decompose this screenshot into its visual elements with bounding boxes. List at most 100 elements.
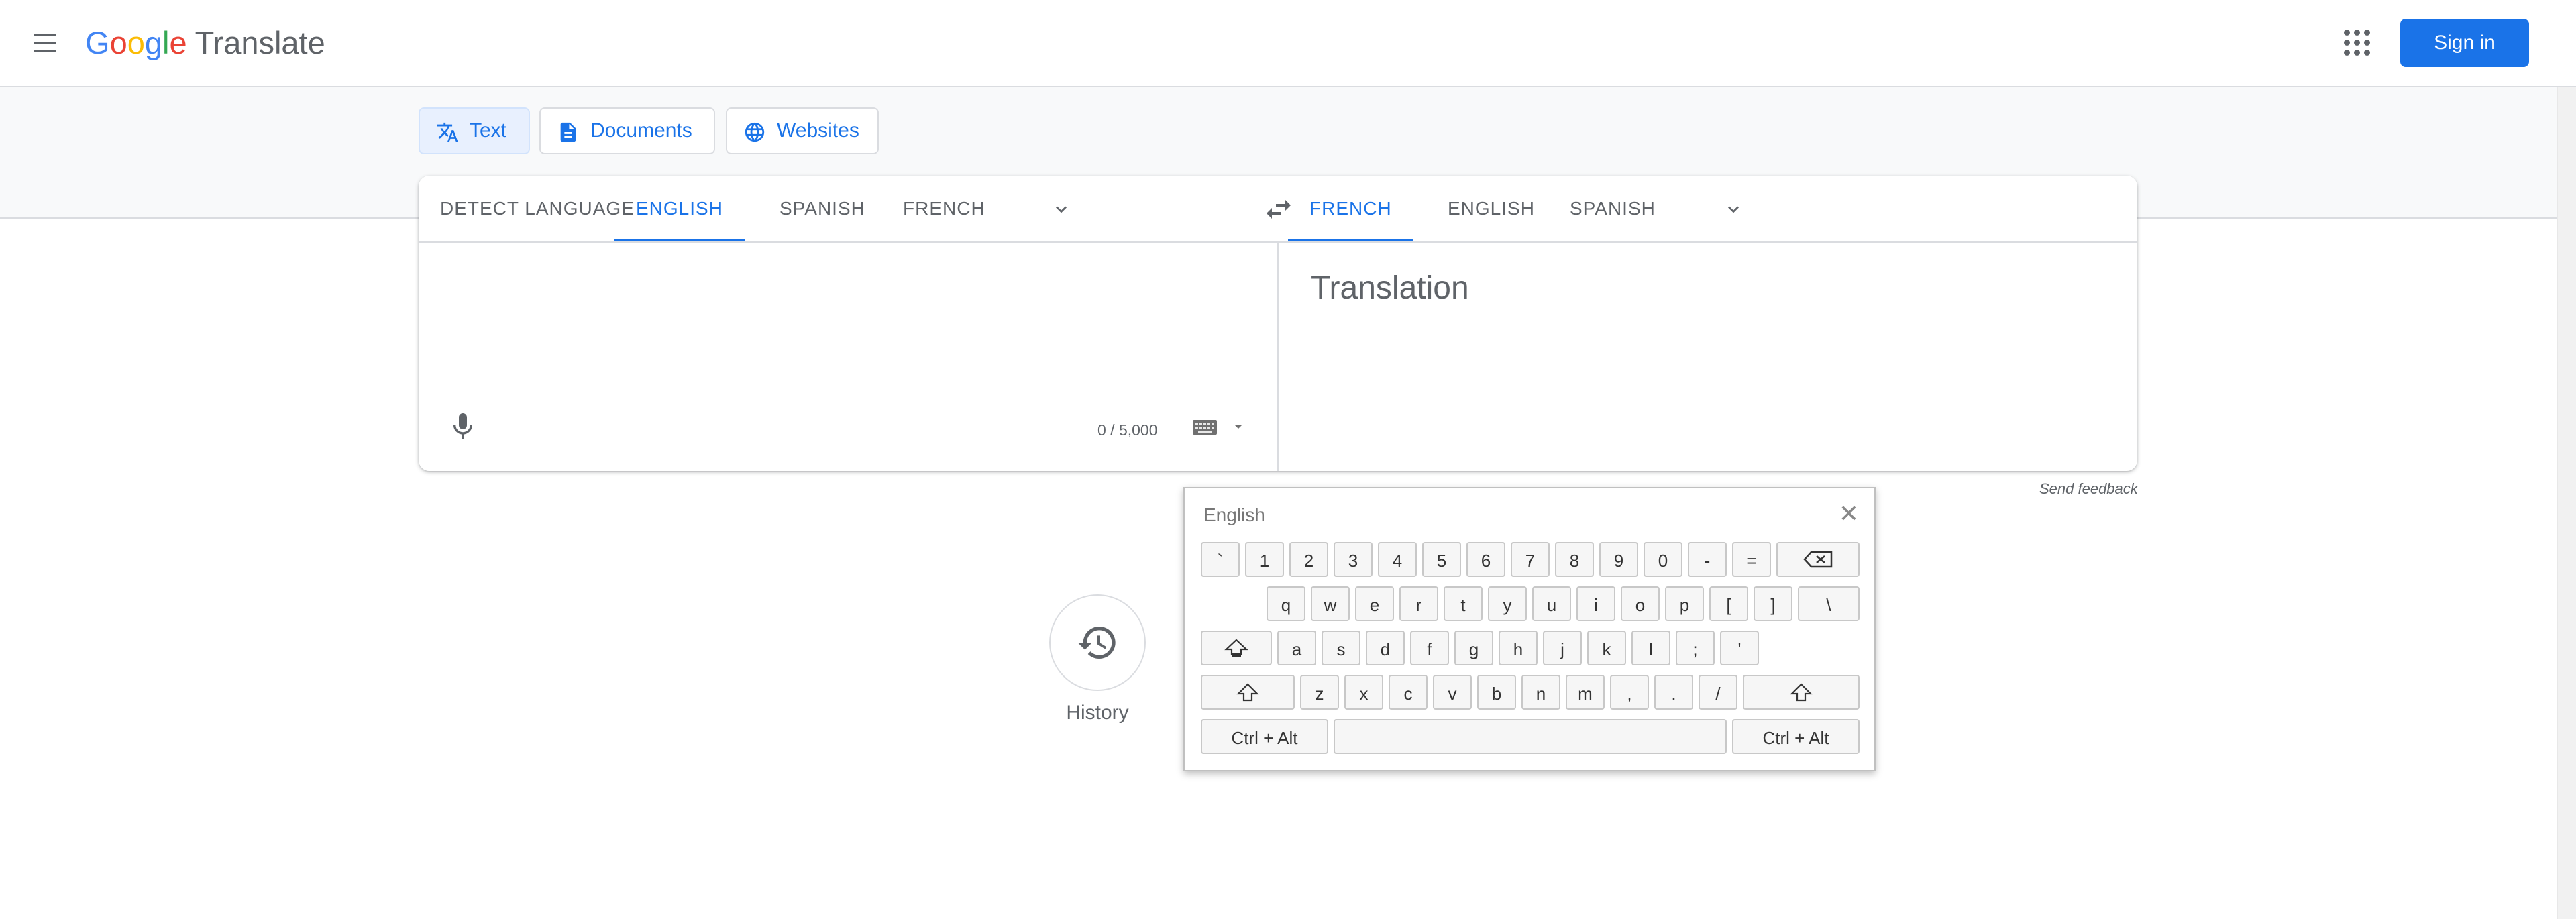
key[interactable]: 7	[1511, 542, 1550, 577]
target-lang-spanish[interactable]: SPANISH	[1570, 176, 1656, 241]
source-lang-french[interactable]: FRENCH	[903, 176, 985, 241]
key[interactable]: ]	[1754, 586, 1792, 621]
target-more-languages-chevron-down-icon[interactable]	[1723, 199, 1744, 220]
tab-documents[interactable]: Documents	[539, 107, 715, 154]
key[interactable]: /	[1699, 675, 1737, 710]
source-lang-label: DETECT LANGUAGE	[440, 198, 635, 219]
ctrl-alt-right-key[interactable]: Ctrl + Alt	[1732, 719, 1860, 754]
logo-letter: o	[109, 25, 127, 60]
key[interactable]: t	[1444, 586, 1483, 621]
globe-icon	[745, 122, 765, 142]
key[interactable]: s	[1322, 631, 1360, 665]
key[interactable]: '	[1720, 631, 1759, 665]
page-scrollbar[interactable]	[2557, 87, 2576, 919]
key[interactable]: y	[1488, 586, 1527, 621]
keyboard-icon[interactable]	[1191, 417, 1218, 437]
tab-websites-label: Websites	[777, 119, 859, 142]
main-menu-icon[interactable]	[28, 27, 60, 59]
backspace-key[interactable]	[1776, 542, 1860, 577]
translation-placeholder: Translation	[1311, 270, 1469, 306]
caps-lock-key[interactable]	[1201, 631, 1272, 665]
key[interactable]: [	[1709, 586, 1748, 621]
top-app-bar: Google Translate Sign in	[0, 0, 2576, 87]
key[interactable]: a	[1277, 631, 1316, 665]
document-icon	[560, 122, 576, 142]
key[interactable]: 5	[1422, 542, 1461, 577]
logo-letter: o	[127, 25, 145, 60]
key[interactable]: 9	[1599, 542, 1638, 577]
key[interactable]: m	[1566, 675, 1605, 710]
tab-text-label: Text	[470, 119, 507, 142]
key[interactable]: ,	[1610, 675, 1649, 710]
send-feedback-link[interactable]: Send feedback	[2039, 480, 2138, 498]
shift-left-key[interactable]	[1201, 675, 1295, 710]
virtual-keyboard: English ✕ ` 1 2 3 4 5 6 7 8 9 0 - = q w …	[1183, 487, 1876, 771]
input-tools-dropdown-icon[interactable]	[1232, 420, 1245, 433]
key[interactable]: q	[1267, 586, 1305, 621]
shift-right-key[interactable]	[1743, 675, 1860, 710]
key[interactable]: 6	[1466, 542, 1505, 577]
microphone-icon[interactable]	[447, 409, 479, 444]
character-count: 0 / 5,000	[1097, 421, 1158, 439]
key[interactable]: f	[1410, 631, 1449, 665]
source-lang-spanish[interactable]: SPANISH	[780, 176, 865, 241]
key[interactable]: 0	[1644, 542, 1682, 577]
key[interactable]: l	[1631, 631, 1670, 665]
source-more-languages-chevron-down-icon[interactable]	[1051, 199, 1072, 220]
key[interactable]: u	[1532, 586, 1571, 621]
target-lang-english[interactable]: ENGLISH	[1448, 176, 1535, 241]
key[interactable]: x	[1344, 675, 1383, 710]
key[interactable]: .	[1654, 675, 1693, 710]
key[interactable]: 2	[1289, 542, 1328, 577]
key[interactable]: 4	[1378, 542, 1417, 577]
key[interactable]: k	[1587, 631, 1626, 665]
sign-in-button[interactable]: Sign in	[2400, 19, 2529, 67]
space-key[interactable]	[1334, 719, 1727, 754]
key[interactable]: g	[1454, 631, 1493, 665]
key[interactable]: w	[1311, 586, 1350, 621]
key[interactable]: z	[1300, 675, 1339, 710]
key[interactable]: =	[1732, 542, 1771, 577]
key[interactable]: r	[1399, 586, 1438, 621]
source-lang-detect[interactable]: DETECT LANGUAGE	[440, 176, 635, 241]
key[interactable]: n	[1521, 675, 1560, 710]
key[interactable]: j	[1543, 631, 1582, 665]
translation-card: DETECT LANGUAGE ENGLISH SPANISH FRENCH F…	[419, 176, 2137, 471]
key[interactable]: p	[1665, 586, 1704, 621]
history-button[interactable]	[1049, 594, 1146, 691]
key[interactable]: 1	[1245, 542, 1284, 577]
key[interactable]: 3	[1334, 542, 1373, 577]
tab-text[interactable]: Text	[419, 107, 530, 154]
key[interactable]: b	[1477, 675, 1516, 710]
ctrl-alt-left-key[interactable]: Ctrl + Alt	[1201, 719, 1328, 754]
key[interactable]: -	[1688, 542, 1727, 577]
tab-websites[interactable]: Websites	[726, 107, 879, 154]
key[interactable]: o	[1621, 586, 1660, 621]
google-translate-logo[interactable]: Google Translate	[85, 23, 325, 63]
target-lang-label: FRENCH	[1309, 198, 1392, 219]
shift-icon	[1790, 683, 1813, 702]
tab-documents-label: Documents	[590, 119, 692, 142]
key[interactable]: h	[1499, 631, 1538, 665]
source-text-input[interactable]	[419, 243, 1277, 404]
caps-lock-icon	[1224, 639, 1248, 657]
key[interactable]: e	[1355, 586, 1394, 621]
key[interactable]: 8	[1555, 542, 1594, 577]
key[interactable]: `	[1201, 542, 1240, 577]
google-apps-icon[interactable]	[2343, 28, 2372, 58]
target-lang-french[interactable]: FRENCH	[1288, 176, 1413, 241]
pane-divider	[1277, 241, 1279, 471]
key[interactable]: i	[1576, 586, 1615, 621]
history-label: History	[1066, 702, 1129, 724]
key[interactable]: d	[1366, 631, 1405, 665]
keyboard-title: English	[1203, 504, 1265, 525]
key[interactable]: c	[1389, 675, 1428, 710]
logo-letter: g	[144, 25, 162, 60]
keyboard-close-icon[interactable]: ✕	[1835, 500, 1862, 527]
source-lang-label: SPANISH	[780, 198, 865, 219]
key[interactable]: v	[1433, 675, 1472, 710]
key[interactable]: ;	[1676, 631, 1715, 665]
key[interactable]: \	[1798, 586, 1860, 621]
target-lang-label: ENGLISH	[1448, 198, 1535, 219]
source-lang-english[interactable]: ENGLISH	[614, 176, 745, 241]
